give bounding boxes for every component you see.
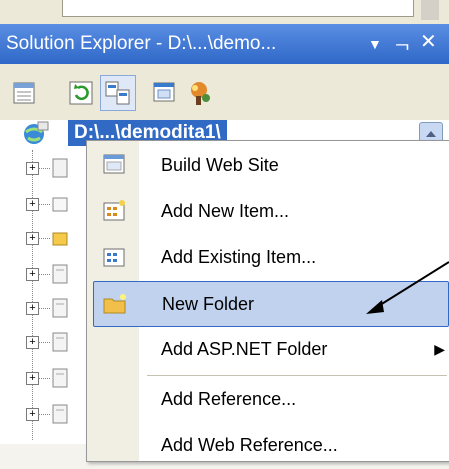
folder-icon bbox=[52, 194, 68, 214]
partial-field bbox=[62, 0, 414, 17]
solution-explorer-toolbar bbox=[0, 64, 449, 120]
file-icon bbox=[52, 368, 68, 388]
tree-connector bbox=[38, 238, 50, 239]
properties-icon[interactable] bbox=[10, 78, 40, 108]
solution-explorer-title-bar: Solution Explorer - D:\...\demo... ▼ ᆨ ✕ bbox=[0, 24, 449, 64]
nest-related-files-icon[interactable] bbox=[100, 75, 136, 111]
menu-item-build-web-site[interactable]: Build Web Site bbox=[87, 143, 449, 189]
file-icon bbox=[52, 404, 68, 424]
submenu-arrow-icon: ▶ bbox=[434, 341, 445, 357]
web-site-icon bbox=[20, 120, 60, 146]
view-designer-icon[interactable] bbox=[150, 78, 180, 108]
build-web-site-icon bbox=[101, 152, 127, 178]
close-icon[interactable]: ✕ bbox=[420, 31, 437, 53]
tree-connector bbox=[38, 342, 50, 343]
menu-item-label: Add ASP.NET Folder bbox=[161, 339, 328, 359]
top-strip bbox=[0, 0, 449, 24]
add-existing-item-icon bbox=[101, 244, 127, 270]
tree-connector bbox=[38, 168, 50, 169]
menu-item-label: New Folder bbox=[162, 294, 255, 314]
menu-item-new-folder[interactable]: New Folder bbox=[93, 281, 449, 327]
file-icon bbox=[52, 264, 68, 284]
menu-item-label: Add New Item... bbox=[161, 201, 290, 221]
menu-item-label: Add Reference... bbox=[161, 389, 297, 409]
menu-item-add-existing-item[interactable]: Add Existing Item... bbox=[87, 235, 449, 281]
folder-icon bbox=[52, 228, 68, 248]
window-title: Solution Explorer - D:\...\demo... bbox=[6, 33, 277, 54]
asp-net-configuration-icon[interactable] bbox=[184, 78, 214, 108]
menu-separator bbox=[147, 375, 447, 376]
tree-connector bbox=[38, 308, 50, 309]
menu-item-add-reference[interactable]: Add Reference... bbox=[87, 377, 449, 423]
tree-connector-line bbox=[32, 150, 33, 440]
tree-connector bbox=[38, 204, 50, 205]
menu-item-label: Build Web Site bbox=[161, 155, 279, 175]
refresh-icon[interactable] bbox=[66, 78, 96, 108]
dropdown-arrow-icon[interactable]: ▼ bbox=[368, 33, 382, 55]
menu-item-add-new-item[interactable]: Add New Item... bbox=[87, 189, 449, 235]
new-folder-icon bbox=[102, 291, 128, 317]
partial-scrollbar bbox=[421, 0, 439, 20]
context-menu: Build Web Site Add New Item... Add Exist… bbox=[86, 140, 449, 462]
file-icon bbox=[52, 332, 68, 352]
tree-connector bbox=[38, 274, 50, 275]
menu-item-label: Add Web Reference... bbox=[161, 435, 338, 455]
add-new-item-icon bbox=[101, 198, 127, 224]
tree-connector bbox=[38, 414, 50, 415]
pin-icon[interactable]: ᆨ bbox=[393, 31, 411, 53]
file-icon bbox=[52, 298, 68, 318]
menu-item-add-web-reference[interactable]: Add Web Reference... bbox=[87, 423, 449, 469]
menu-item-add-asp-net-folder[interactable]: Add ASP.NET Folder ▶ bbox=[87, 327, 449, 373]
file-icon bbox=[52, 158, 68, 178]
tree-connector bbox=[38, 378, 50, 379]
menu-item-label: Add Existing Item... bbox=[161, 247, 317, 267]
